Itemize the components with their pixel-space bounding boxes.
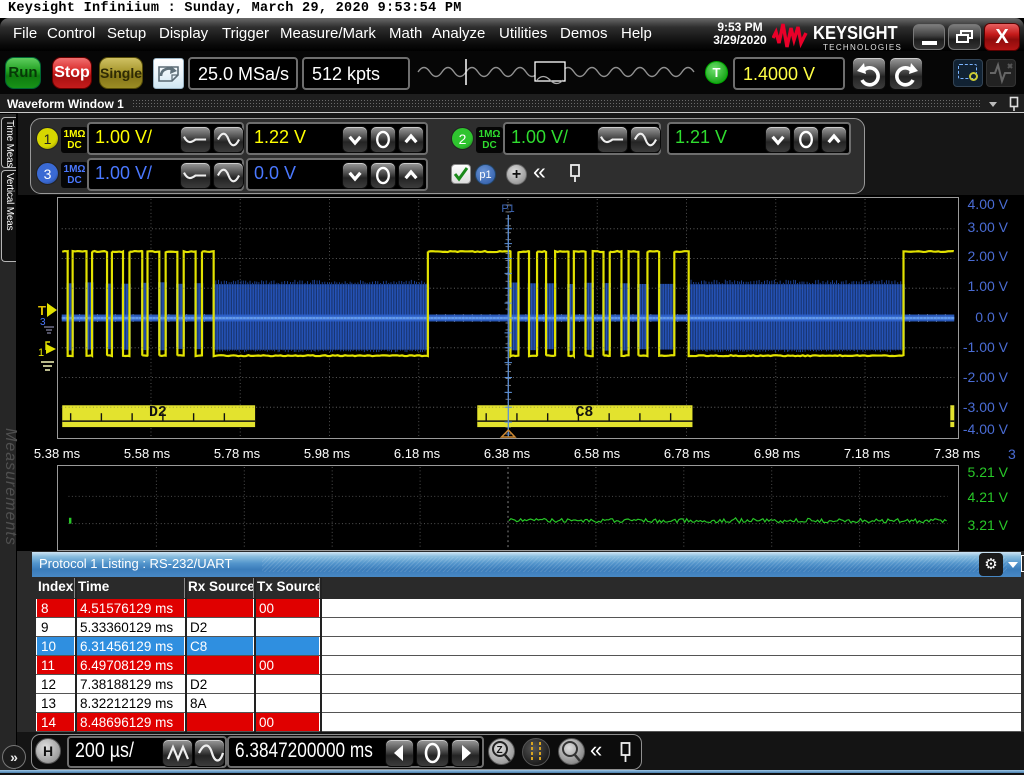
svg-text:3: 3 [40,317,46,328]
svg-text:1: 1 [38,347,44,359]
svg-text:Z: Z [497,745,503,756]
svg-text:D2: D2 [149,405,167,421]
svg-text:C8: C8 [575,405,593,421]
svg-text:P1: P1 [501,203,514,215]
